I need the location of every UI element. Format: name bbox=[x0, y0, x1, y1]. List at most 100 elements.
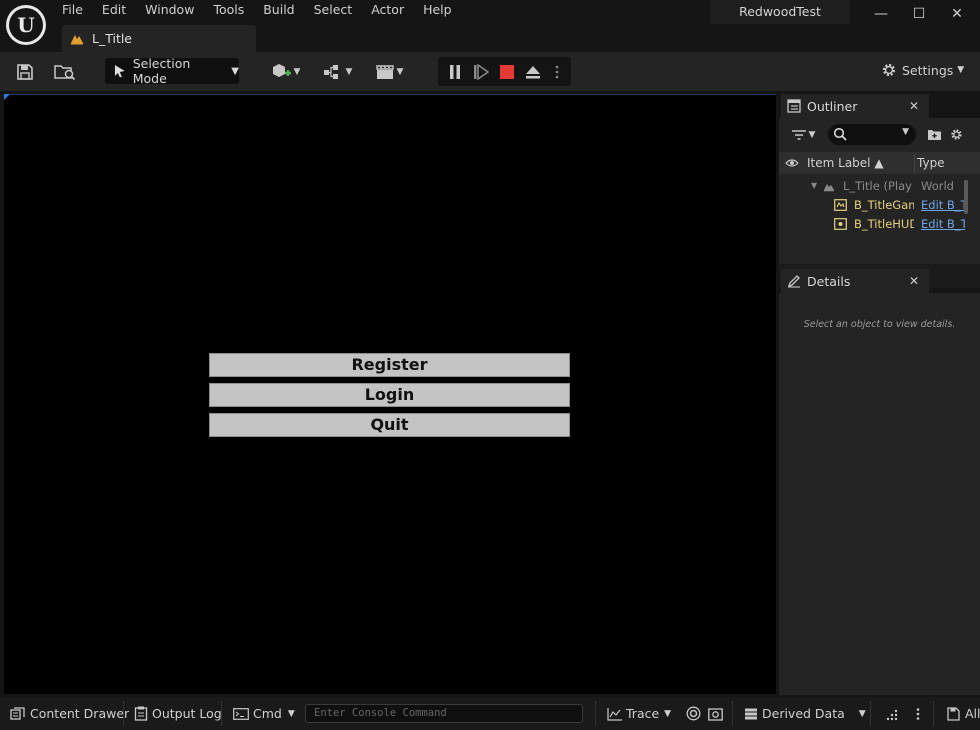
blueprint-button[interactable]: ▼ bbox=[318, 59, 356, 85]
viewport-border bbox=[4, 94, 776, 95]
log-icon bbox=[134, 706, 148, 721]
menu-window[interactable]: Window bbox=[145, 1, 204, 19]
derived-data-dropdown[interactable]: Derived Data ▼ bbox=[744, 697, 866, 730]
quit-button[interactable]: Quit bbox=[209, 413, 570, 437]
source-control-button[interactable] bbox=[886, 697, 900, 730]
maximize-button[interactable]: ☐ bbox=[904, 3, 934, 25]
outliner-scrollbar[interactable] bbox=[964, 180, 968, 214]
gamemode-icon bbox=[834, 199, 847, 211]
status-divider bbox=[732, 701, 733, 726]
step-frame-button[interactable] bbox=[470, 59, 492, 85]
browse-level-button[interactable] bbox=[52, 59, 78, 85]
console-command-input[interactable]: Enter Console Command bbox=[305, 704, 583, 723]
chevron-down-icon: ▼ bbox=[396, 67, 404, 77]
camera-icon bbox=[708, 707, 723, 721]
tree-row-gamemode[interactable]: B_TitleGameMode Edit B_TitleGameMode bbox=[779, 196, 969, 214]
settings-button[interactable]: Settings ▼ bbox=[880, 61, 964, 79]
pause-button[interactable] bbox=[444, 59, 466, 85]
add-actor-button[interactable]: ▼ bbox=[266, 59, 304, 85]
cursor-icon bbox=[114, 65, 125, 78]
cmd-dropdown[interactable]: Cmd ▼ bbox=[233, 697, 295, 730]
all-button[interactable]: All bbox=[946, 697, 980, 730]
content-drawer-icon bbox=[10, 706, 25, 720]
tree-row-label: L_Title (Play In Editor) bbox=[843, 179, 915, 193]
status-divider bbox=[221, 701, 222, 726]
outliner-settings-button[interactable] bbox=[947, 124, 965, 145]
database-icon bbox=[745, 708, 757, 719]
close-icon[interactable]: ✕ bbox=[909, 94, 919, 118]
status-divider bbox=[123, 701, 124, 726]
stop-button[interactable] bbox=[496, 59, 518, 85]
selection-mode-dropdown[interactable]: Selection Mode ▼ bbox=[105, 56, 239, 86]
close-window-button[interactable]: ✕ bbox=[942, 3, 972, 25]
screenshot-button[interactable] bbox=[708, 697, 723, 730]
save-all-icon bbox=[947, 706, 960, 721]
more-options-button[interactable] bbox=[916, 697, 920, 730]
content-drawer-button[interactable]: Content Drawer bbox=[10, 697, 129, 730]
search-icon bbox=[833, 127, 847, 141]
details-tab[interactable]: Details ✕ bbox=[781, 269, 929, 293]
column-divider bbox=[914, 154, 915, 172]
new-folder-button[interactable] bbox=[925, 124, 943, 145]
play-options-button[interactable] bbox=[548, 59, 566, 85]
level-viewport[interactable]: Register Login Quit bbox=[4, 94, 776, 694]
close-icon[interactable]: ✕ bbox=[909, 269, 919, 293]
filter-icon bbox=[791, 129, 806, 140]
play-controls bbox=[438, 57, 571, 86]
menu-build[interactable]: Build bbox=[263, 1, 304, 19]
right-panels: Outliner ✕ ▼ ▼ Item Label ▲ Type ▼ L_Tit… bbox=[779, 94, 980, 695]
type-column[interactable]: Type bbox=[917, 152, 945, 174]
unreal-logo-icon[interactable]: U bbox=[6, 5, 46, 45]
level-icon bbox=[824, 184, 834, 192]
expand-arrow-icon[interactable]: ▼ bbox=[811, 177, 817, 195]
folder-search-icon bbox=[54, 65, 76, 81]
chevron-down-icon: ▼ bbox=[957, 65, 965, 75]
register-button[interactable]: Register bbox=[209, 353, 570, 377]
menu-bar: File Edit Window Tools Build Select Acto… bbox=[62, 1, 471, 19]
project-name: RedwoodTest bbox=[710, 0, 850, 24]
tree-row-hud[interactable]: B_TitleHUD Edit B_TitleHUD bbox=[779, 215, 969, 233]
record-button[interactable] bbox=[686, 697, 701, 730]
tree-row-world[interactable]: ▼ L_Title (Play In Editor) World bbox=[779, 177, 969, 195]
outliner-filter-row: ▼ ▼ bbox=[779, 118, 980, 152]
details-tab-label: Details bbox=[807, 273, 851, 289]
main-toolbar: Selection Mode ▼ ▼ ▼ ▼ Settings ▼ bbox=[0, 52, 980, 91]
trace-button[interactable]: Trace ▼ bbox=[607, 697, 671, 730]
output-log-label: Output Log bbox=[152, 706, 222, 721]
level-tab[interactable]: L_Title bbox=[62, 25, 256, 52]
login-button[interactable]: Login bbox=[209, 383, 570, 407]
edit-blueprint-link[interactable]: Edit B_TitleHUD bbox=[921, 215, 965, 233]
more-vertical-icon bbox=[916, 707, 920, 720]
minimize-button[interactable]: — bbox=[866, 3, 896, 25]
cinematics-button[interactable]: ▼ bbox=[370, 59, 408, 85]
item-label-column[interactable]: Item Label ▲ bbox=[807, 152, 884, 174]
status-divider bbox=[933, 701, 934, 726]
pause-icon bbox=[450, 65, 460, 79]
unreal-logo-glyph: U bbox=[9, 8, 43, 42]
menu-help[interactable]: Help bbox=[423, 1, 462, 19]
cmd-label: Cmd bbox=[253, 706, 282, 721]
chevron-down-icon: ▼ bbox=[664, 708, 672, 719]
outliner-tab[interactable]: Outliner ✕ bbox=[781, 94, 929, 118]
filter-button[interactable]: ▼ bbox=[787, 124, 819, 145]
derived-data-label: Derived Data bbox=[762, 706, 845, 721]
stop-icon bbox=[500, 65, 514, 79]
menu-select[interactable]: Select bbox=[314, 1, 363, 19]
all-label: All bbox=[965, 706, 980, 721]
outliner-search-input[interactable]: ▼ bbox=[828, 124, 916, 145]
save-icon bbox=[17, 64, 33, 80]
eye-icon[interactable] bbox=[785, 158, 799, 168]
gear-icon bbox=[950, 129, 962, 140]
output-log-button[interactable]: Output Log bbox=[134, 697, 222, 730]
selection-mode-label: Selection Mode bbox=[132, 56, 191, 86]
eject-button[interactable] bbox=[522, 59, 544, 85]
menu-actor[interactable]: Actor bbox=[371, 1, 414, 19]
menu-file[interactable]: File bbox=[62, 1, 93, 19]
viewport-corner-marker bbox=[4, 94, 10, 100]
menu-edit[interactable]: Edit bbox=[102, 1, 136, 19]
save-button[interactable] bbox=[12, 59, 38, 85]
edit-blueprint-link[interactable]: Edit B_TitleGameMode bbox=[921, 196, 965, 214]
menu-tools[interactable]: Tools bbox=[213, 1, 254, 19]
clapperboard-icon bbox=[375, 65, 394, 79]
tree-row-label: B_TitleGameMode bbox=[854, 198, 914, 212]
